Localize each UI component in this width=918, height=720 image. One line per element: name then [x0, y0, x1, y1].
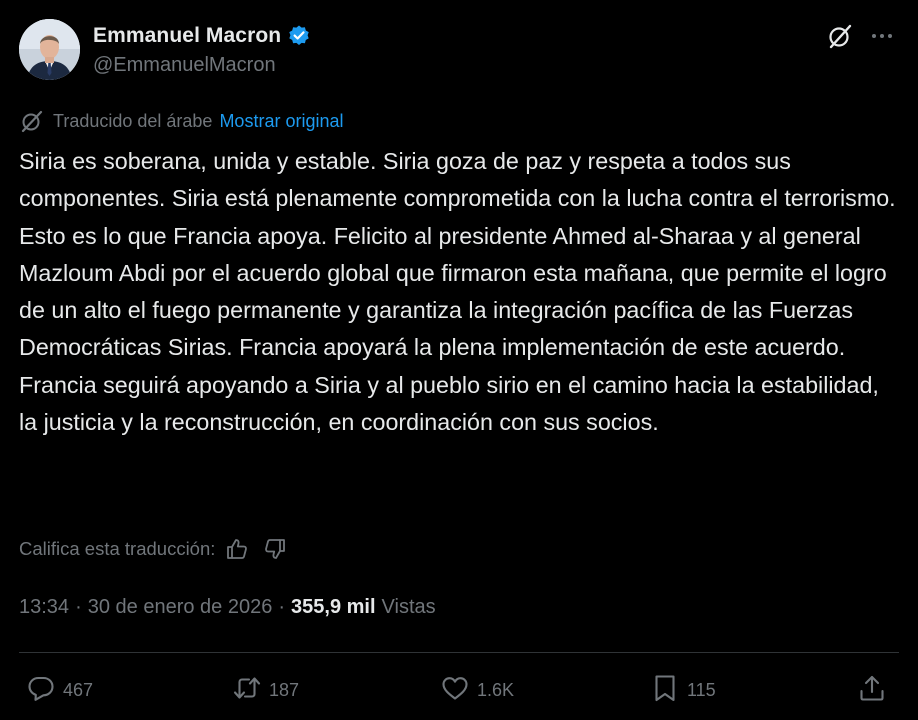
show-original-link[interactable]: Mostrar original	[219, 111, 343, 132]
reply-icon	[26, 673, 56, 708]
divider	[19, 652, 899, 653]
tweet-text: Siria es soberana, unida y estable. Siri…	[19, 148, 896, 436]
translated-from-label: Traducido del árabe	[53, 110, 213, 131]
heart-icon	[440, 673, 470, 708]
reply-button[interactable]: 467	[26, 674, 93, 706]
like-count: 1.6K	[477, 679, 515, 700]
bookmark-button[interactable]: 115	[650, 674, 716, 706]
name-row: Emmanuel Macron	[93, 22, 311, 50]
tweet-date[interactable]: 30 de enero de 2026	[88, 596, 273, 619]
tweet-meta: 13:34 · 30 de enero de 2026 · 355,9 mil …	[19, 596, 436, 624]
meta-separator: ·	[278, 596, 286, 618]
bookmark-icon	[650, 673, 680, 708]
translate-icon	[19, 108, 45, 134]
meta-separator: ·	[75, 596, 82, 618]
thumbs-down-icon[interactable]	[263, 537, 287, 561]
more-icon[interactable]	[869, 26, 895, 46]
reply-count: 467	[63, 679, 94, 700]
tweet-time[interactable]: 13:34	[19, 596, 69, 619]
grok-icon[interactable]	[826, 22, 854, 50]
share-icon	[857, 673, 887, 708]
translation-bar: Traducido del árabe Mostrar original	[19, 108, 343, 134]
repost-button[interactable]: 187	[232, 674, 299, 706]
views-label: Vistas	[381, 596, 436, 618]
repost-icon	[232, 673, 262, 708]
avatar[interactable]	[19, 19, 80, 80]
repost-count: 187	[269, 679, 300, 700]
bookmark-count: 115	[687, 679, 716, 700]
tweet: Emmanuel Macron @EmmanuelMacron Traducid…	[0, 0, 918, 720]
views-count: 355,9 mil	[291, 596, 376, 618]
like-button[interactable]: 1.6K	[440, 674, 514, 706]
display-name[interactable]: Emmanuel Macron	[93, 24, 281, 48]
verified-badge-icon	[287, 24, 311, 48]
user-handle[interactable]: @EmmanuelMacron	[93, 54, 276, 77]
thumbs-up-icon[interactable]	[225, 537, 249, 561]
share-button[interactable]	[857, 674, 887, 706]
rate-translation: Califica esta traducción:	[19, 535, 287, 563]
rate-translation-label: Califica esta traducción:	[19, 538, 216, 559]
